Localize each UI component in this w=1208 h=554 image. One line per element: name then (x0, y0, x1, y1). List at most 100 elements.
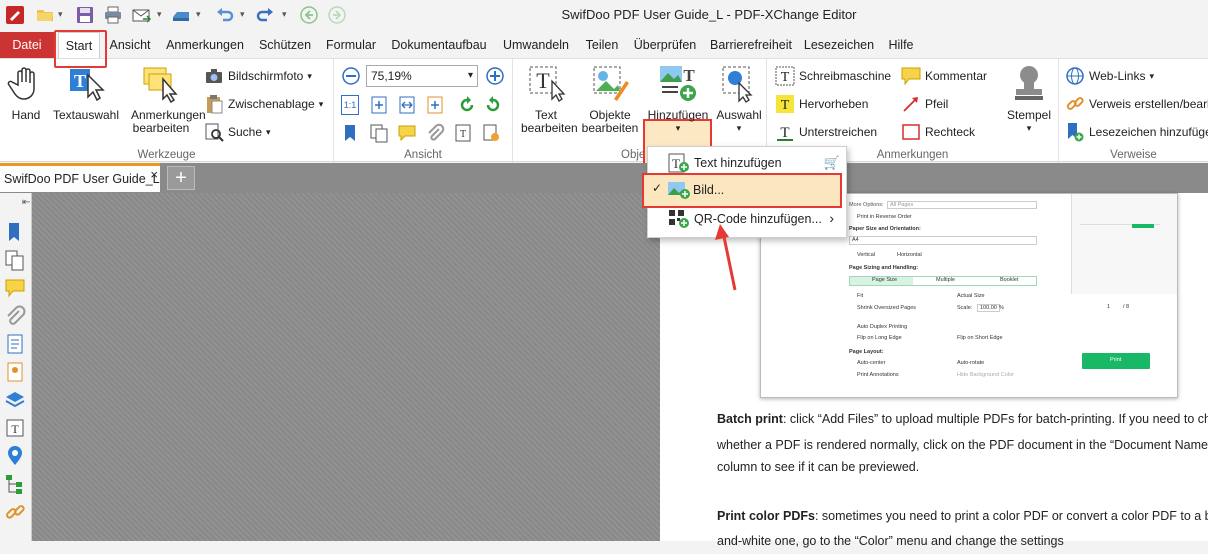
edit-objects-icon (588, 61, 632, 105)
location-panel-icon[interactable] (4, 445, 26, 467)
tab-anmerkungen[interactable]: Anmerkungen (162, 32, 248, 58)
zoom-input[interactable]: 75,19% ▾ (366, 65, 478, 87)
layers-panel-icon[interactable] (4, 389, 26, 411)
comments-panel-icon[interactable] (4, 277, 26, 299)
chevron-down-icon: ▾ (318, 99, 324, 109)
web-links-button[interactable]: Web-Links ▾ (1065, 64, 1154, 88)
fit-page-icon[interactable] (368, 94, 390, 116)
zoom-in-icon[interactable] (484, 65, 506, 87)
ribbon: Hand T Textauswahl Anmerkungen bearbeite… (0, 58, 1208, 203)
tab-ueberpruefen[interactable]: Überprüfen (630, 32, 700, 58)
tab-datei[interactable]: Datei (0, 32, 54, 58)
attachment-icon[interactable] (424, 122, 446, 144)
auto-center-option: Auto-center (857, 360, 886, 366)
tab-lesezeichen[interactable]: Lesezeichen (802, 32, 876, 58)
zoom-value: 75,19% (371, 69, 412, 83)
objekte-bearbeiten-button[interactable]: Objekte bearbeiten▾ (577, 61, 649, 135)
print-annotations-option: Print Annotations (857, 372, 899, 378)
tab-barrierefreiheit[interactable]: Barrierefreiheit (708, 32, 794, 58)
search-doc-icon (205, 123, 224, 142)
pfeil-button[interactable]: Pfeil (901, 92, 948, 116)
pages-icon[interactable] (368, 122, 390, 144)
rechteck-button[interactable]: Rechteck (901, 120, 975, 144)
zwischenablage-button[interactable]: Zwischenablage ▾ (204, 92, 323, 116)
more-options-label: More Options: (849, 202, 884, 208)
hand-label: Hand (11, 108, 41, 122)
start-tab-highlight (54, 30, 107, 68)
svg-text:T: T (781, 70, 790, 85)
collapse-icon[interactable]: ⇤ (22, 197, 30, 208)
red-arrow-annotation (715, 224, 737, 291)
signatures-panel-icon[interactable] (4, 361, 26, 383)
structure-panel-icon[interactable] (4, 473, 26, 495)
hervorheben-button[interactable]: T Hervorheben (775, 92, 868, 116)
unterstreichen-button[interactable]: T Unterstreichen (775, 120, 877, 144)
paper-size-select: A4 (849, 236, 1037, 245)
kommentar-button[interactable]: Kommentar (901, 64, 987, 88)
fit-visible-icon[interactable] (424, 94, 446, 116)
tab-schuetzen[interactable]: Schützen (256, 32, 314, 58)
fit-width-icon[interactable] (396, 94, 418, 116)
auswahl-button[interactable]: Auswahl ▾ (714, 61, 764, 135)
suche-button[interactable]: Suche ▾ (204, 120, 271, 144)
hand-icon (4, 61, 48, 105)
tab-umwandeln[interactable]: Umwandeln (500, 32, 572, 58)
content-panel-icon[interactable] (4, 333, 26, 355)
edit-text-icon: T (524, 61, 568, 105)
bildschirmfoto-button[interactable]: Bildschirmfoto ▾ (204, 64, 312, 88)
tab-hilfe[interactable]: Hilfe (884, 32, 918, 58)
text-hinzufuegen-label: Text hinzufügen (694, 156, 782, 170)
flip-long-option: Flip on Long Edge (857, 335, 902, 341)
textauswahl-button[interactable]: T Textauswahl (52, 61, 120, 122)
chevron-down-icon[interactable]: ▾ (468, 66, 473, 86)
anmerkungen-bearbeiten-label: Anmerkungen bearbeiten (131, 108, 206, 135)
close-tab-icon[interactable]: × (150, 162, 158, 188)
print-reverse-label: Print in Reverse Order (857, 214, 912, 220)
svg-text:T: T (683, 66, 695, 85)
properties-icon[interactable] (480, 122, 502, 144)
attachments-panel-icon[interactable] (4, 305, 26, 327)
bookmark-icon[interactable] (340, 122, 362, 144)
hand-button[interactable]: Hand (4, 61, 48, 122)
camera-icon (206, 69, 222, 83)
tab-ansicht[interactable]: Ansicht (106, 32, 154, 58)
actual-size-icon[interactable]: 1:1 (341, 95, 359, 115)
all-pages-value: All Pages (890, 202, 914, 208)
title-bar: ▾ ▾ ▾ ▾ ▾ SwifDoo PDF User Guide_L - PDF… (0, 0, 1208, 32)
preview-green-block (1132, 224, 1154, 228)
rotate-right-icon[interactable] (482, 94, 504, 116)
chevron-down-icon: ▾ (1149, 71, 1154, 81)
chevron-right-icon: › (829, 210, 834, 226)
zoom-out-icon[interactable] (340, 65, 362, 87)
batch-print-text1: : click “Add Files” to upload multiple P… (782, 412, 1208, 426)
comments-icon[interactable] (396, 122, 418, 144)
new-tab-button[interactable]: + (167, 166, 195, 190)
bild-highlight[interactable]: ✓ Bild... (642, 173, 842, 208)
window-title: SwifDoo PDF User Guide_L - PDF-XChange E… (561, 7, 857, 22)
links-panel-icon[interactable] (4, 501, 26, 523)
hinzufuegen-button[interactable]: T Hinzufügen ▾ (645, 61, 711, 135)
chevron-down-icon: ▾ (675, 123, 681, 133)
schreibmaschine-button[interactable]: T Schreibmaschine (775, 64, 891, 88)
text-bearbeiten-label: Text bearbeiten (521, 108, 578, 135)
typewriter-icon: T (775, 66, 795, 86)
stempel-button[interactable]: Stempel ▾ (1003, 61, 1055, 135)
svg-text:T: T (11, 422, 19, 436)
document-tab[interactable]: SwifDoo PDF User Guide_L × (0, 163, 160, 192)
text-bearbeiten-button[interactable]: T Text bearbeiten (515, 61, 578, 135)
textauswahl-label: Textauswahl (52, 108, 120, 122)
tab-formular[interactable]: Formular (322, 32, 380, 58)
verweis-button[interactable]: Verweis erstellen/bearbeiten (1065, 92, 1208, 116)
shrink-option: Shrink Oversized Pages (857, 305, 916, 311)
pages-panel-icon[interactable] (4, 249, 26, 271)
content-icon[interactable]: T (452, 122, 474, 144)
lesezeichen-hinzufuegen-button[interactable]: Lesezeichen hinzufügen (1065, 120, 1208, 144)
rotate-left-icon[interactable] (456, 94, 478, 116)
tab-dokumentaufbau[interactable]: Dokumentaufbau (388, 32, 490, 58)
text-panel-icon[interactable]: T (4, 417, 26, 439)
document-tab-title: SwifDoo PDF User Guide_L (4, 172, 160, 186)
comment-icon (901, 67, 921, 86)
tab-teilen[interactable]: Teilen (582, 32, 622, 58)
bookmarks-panel-icon[interactable] (4, 221, 26, 243)
anmerkungen-bearbeiten-button[interactable]: Anmerkungen bearbeiten (122, 61, 206, 135)
